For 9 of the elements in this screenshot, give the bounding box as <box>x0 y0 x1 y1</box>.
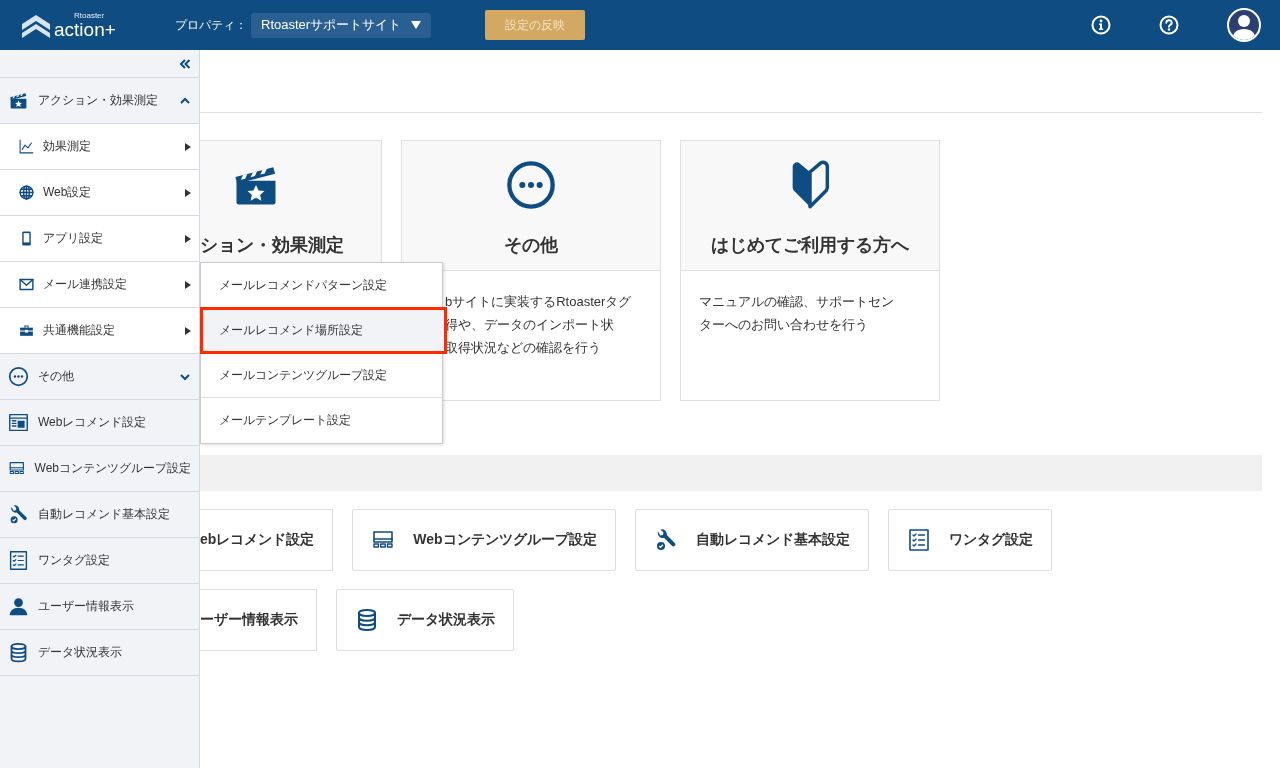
logo-title: action+ <box>54 19 116 39</box>
logo-subtitle: Rtoaster <box>74 11 106 20</box>
card-title: その他 <box>504 234 558 257</box>
card-description: マニュアルの確認、サポートセン <box>699 293 895 311</box>
card-title: ション・効果測定 <box>200 234 344 257</box>
card-description: bサイトに実装するRtoasterタグ <box>445 293 633 311</box>
property-label: プロパティ： <box>175 16 247 34</box>
card-title: はじめてご利用する方へ <box>711 234 909 257</box>
card-description: ターへのお問い合わせを行う <box>699 316 869 334</box>
